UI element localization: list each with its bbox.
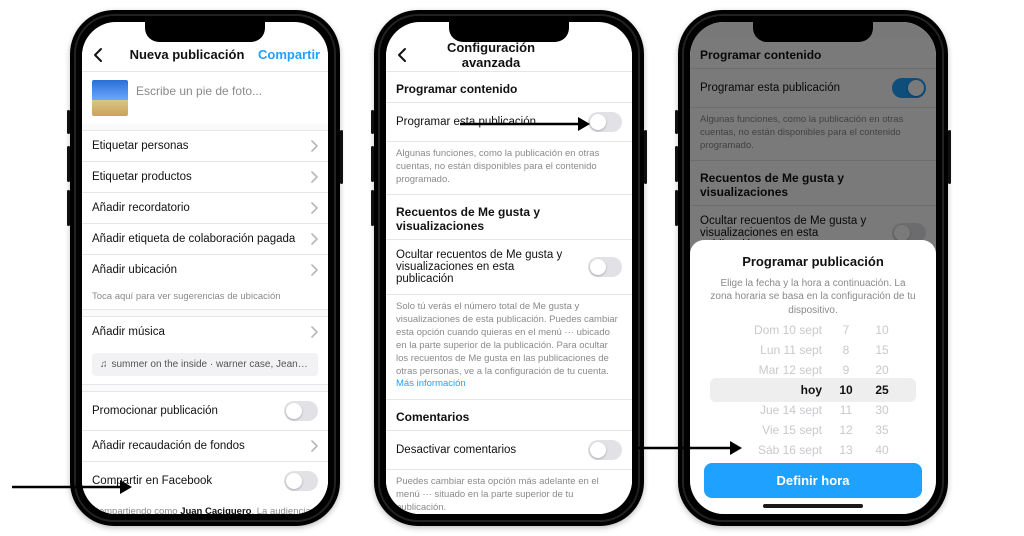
- music-note-icon: ♫: [100, 359, 108, 370]
- promote-post-toggle[interactable]: [284, 401, 318, 421]
- picker-option[interactable]: 11: [840, 401, 852, 419]
- picker-day-column[interactable]: Dom 10 sept Lun 11 sept Mar 12 sept hoy Jue …: [732, 321, 822, 459]
- hide-like-counts-row[interactable]: Ocultar recuentos de Me gusta y visualiz…: [386, 240, 632, 295]
- phone-1: Nueva publicación Compartir Escribe un p…: [70, 10, 340, 526]
- hide-like-counts-toggle[interactable]: [588, 257, 622, 277]
- music-chip-label: summer on the inside · warner case, Jean…: [112, 359, 319, 370]
- schedule-post-toggle[interactable]: [588, 112, 622, 132]
- add-location-label: Añadir ubicación: [92, 264, 310, 276]
- define-time-button[interactable]: Definir hora: [704, 463, 922, 498]
- picker-option[interactable]: 10: [875, 321, 888, 339]
- chevron-right-icon: [310, 140, 318, 152]
- chevron-right-icon: [310, 233, 318, 245]
- disable-comments-label: Desactivar comentarios: [396, 444, 588, 456]
- tag-products-label: Etiquetar productos: [92, 171, 310, 183]
- add-location-row[interactable]: Añadir ubicación: [82, 255, 328, 285]
- caption-input[interactable]: Escribe un pie de foto...: [136, 80, 318, 116]
- picker-option[interactable]: Sáb 16 sept: [758, 441, 822, 459]
- share-facebook-note: Compartiendo como Juan Caciquero. La aud…: [82, 500, 328, 514]
- nav-title: Nueva publicación: [116, 47, 258, 62]
- nav-bar: Configuración avanzada .: [386, 38, 632, 72]
- location-hint: Toca aquí para ver sugerencias de ubicac…: [82, 285, 328, 310]
- picker-option[interactable]: 12: [839, 421, 852, 439]
- likes-desc: Solo tú verás el número total de Me gust…: [386, 295, 632, 400]
- notch: [145, 20, 265, 42]
- back-icon[interactable]: [92, 47, 116, 63]
- picker-option[interactable]: 40: [875, 441, 888, 459]
- music-chip[interactable]: ♫ summer on the inside · warner case, Jea…: [92, 353, 318, 376]
- phone-2: Configuración avanzada . Programar conte…: [374, 10, 644, 526]
- sheet-title: Programar publicación: [700, 254, 926, 269]
- section-schedule: Programar contenido: [386, 72, 632, 103]
- paid-partnership-row[interactable]: Añadir etiqueta de colaboración pagada: [82, 224, 328, 255]
- nav-title: Configuración avanzada: [420, 40, 562, 70]
- chevron-right-icon: [310, 440, 318, 452]
- share-facebook-toggle[interactable]: [284, 471, 318, 491]
- add-music-label: Añadir música: [92, 326, 310, 338]
- tag-people-label: Etiquetar personas: [92, 140, 310, 152]
- picker-hour-column[interactable]: 7 8 9 10 11 12 13: [834, 321, 858, 459]
- picker-option[interactable]: 8: [843, 341, 850, 359]
- notch: [753, 20, 873, 42]
- picker-option[interactable]: 30: [875, 401, 888, 419]
- chevron-right-icon: [310, 202, 318, 214]
- hide-like-counts-label: Ocultar recuentos de Me gusta y visualiz…: [396, 249, 566, 285]
- picker-option[interactable]: Lun 11 sept: [760, 341, 822, 359]
- side-button: [644, 130, 647, 184]
- notch: [449, 20, 569, 42]
- nav-bar: Nueva publicación Compartir: [82, 38, 328, 72]
- side-button: [948, 130, 951, 184]
- picker-option[interactable]: 9: [843, 361, 850, 379]
- picker-option[interactable]: 15: [875, 341, 888, 359]
- picker-option[interactable]: Mar 12 sept: [759, 361, 822, 379]
- tag-people-row[interactable]: Etiquetar personas: [82, 131, 328, 162]
- caption-row[interactable]: Escribe un pie de foto...: [82, 72, 328, 124]
- chevron-right-icon: [310, 171, 318, 183]
- section-likes: Recuentos de Me gusta y visualizaciones: [386, 195, 632, 240]
- annotation-arrow: [12, 478, 132, 496]
- datetime-picker[interactable]: Dom 10 septLun 11 septMar 12 septhoyJue …: [700, 325, 926, 455]
- picker-option[interactable]: Dom 10 sept: [754, 321, 822, 339]
- tag-products-row[interactable]: Etiquetar productos: [82, 162, 328, 193]
- fundraiser-label: Añadir recaudación de fondos: [92, 440, 310, 452]
- picker-option[interactable]: 7: [843, 321, 850, 339]
- post-thumbnail[interactable]: [92, 80, 128, 116]
- add-music-row[interactable]: Añadir música: [82, 317, 328, 347]
- picker-option[interactable]: 25: [875, 381, 888, 399]
- annotation-arrow: [460, 116, 590, 132]
- promote-post-label: Promocionar publicación: [92, 405, 284, 417]
- chevron-right-icon: [310, 326, 318, 338]
- phone-3: Programar contenido Programar esta publi…: [678, 10, 948, 526]
- comments-desc: Puedes cambiar esta opción más adelante …: [386, 470, 632, 514]
- add-reminder-label: Añadir recordatorio: [92, 202, 310, 214]
- add-reminder-row[interactable]: Añadir recordatorio: [82, 193, 328, 224]
- schedule-sheet: Programar publicación Elige la fecha y l…: [690, 240, 936, 515]
- picker-minute-column[interactable]: 10 15 20 25 30 35 40: [870, 321, 894, 459]
- fundraiser-row[interactable]: Añadir recaudación de fondos: [82, 431, 328, 462]
- promote-post-row[interactable]: Promocionar publicación: [82, 392, 328, 431]
- picker-option[interactable]: 13: [839, 441, 852, 459]
- schedule-desc: Algunas funciones, como la publicación e…: [386, 142, 632, 195]
- home-indicator: [763, 504, 863, 508]
- chevron-right-icon: [310, 264, 318, 276]
- section-comments: Comentarios: [386, 400, 632, 431]
- sheet-desc: Elige la fecha y la hora a continuación.…: [700, 277, 926, 326]
- side-button: [340, 130, 343, 184]
- picker-option[interactable]: Vie 15 sept: [762, 421, 822, 439]
- share-button[interactable]: Compartir: [258, 47, 318, 62]
- picker-option[interactable]: Jue 14 sept: [760, 401, 822, 419]
- picker-option[interactable]: 20: [875, 361, 888, 379]
- paid-partnership-label: Añadir etiqueta de colaboración pagada: [92, 233, 310, 245]
- picker-option[interactable]: hoy: [801, 381, 822, 399]
- likes-more-link[interactable]: Más información: [396, 378, 466, 389]
- picker-option[interactable]: 10: [839, 381, 852, 399]
- annotation-arrow: [632, 440, 742, 456]
- picker-option[interactable]: 35: [875, 421, 888, 439]
- disable-comments-toggle[interactable]: [588, 440, 622, 460]
- disable-comments-row[interactable]: Desactivar comentarios: [386, 431, 632, 470]
- back-icon[interactable]: [396, 47, 420, 63]
